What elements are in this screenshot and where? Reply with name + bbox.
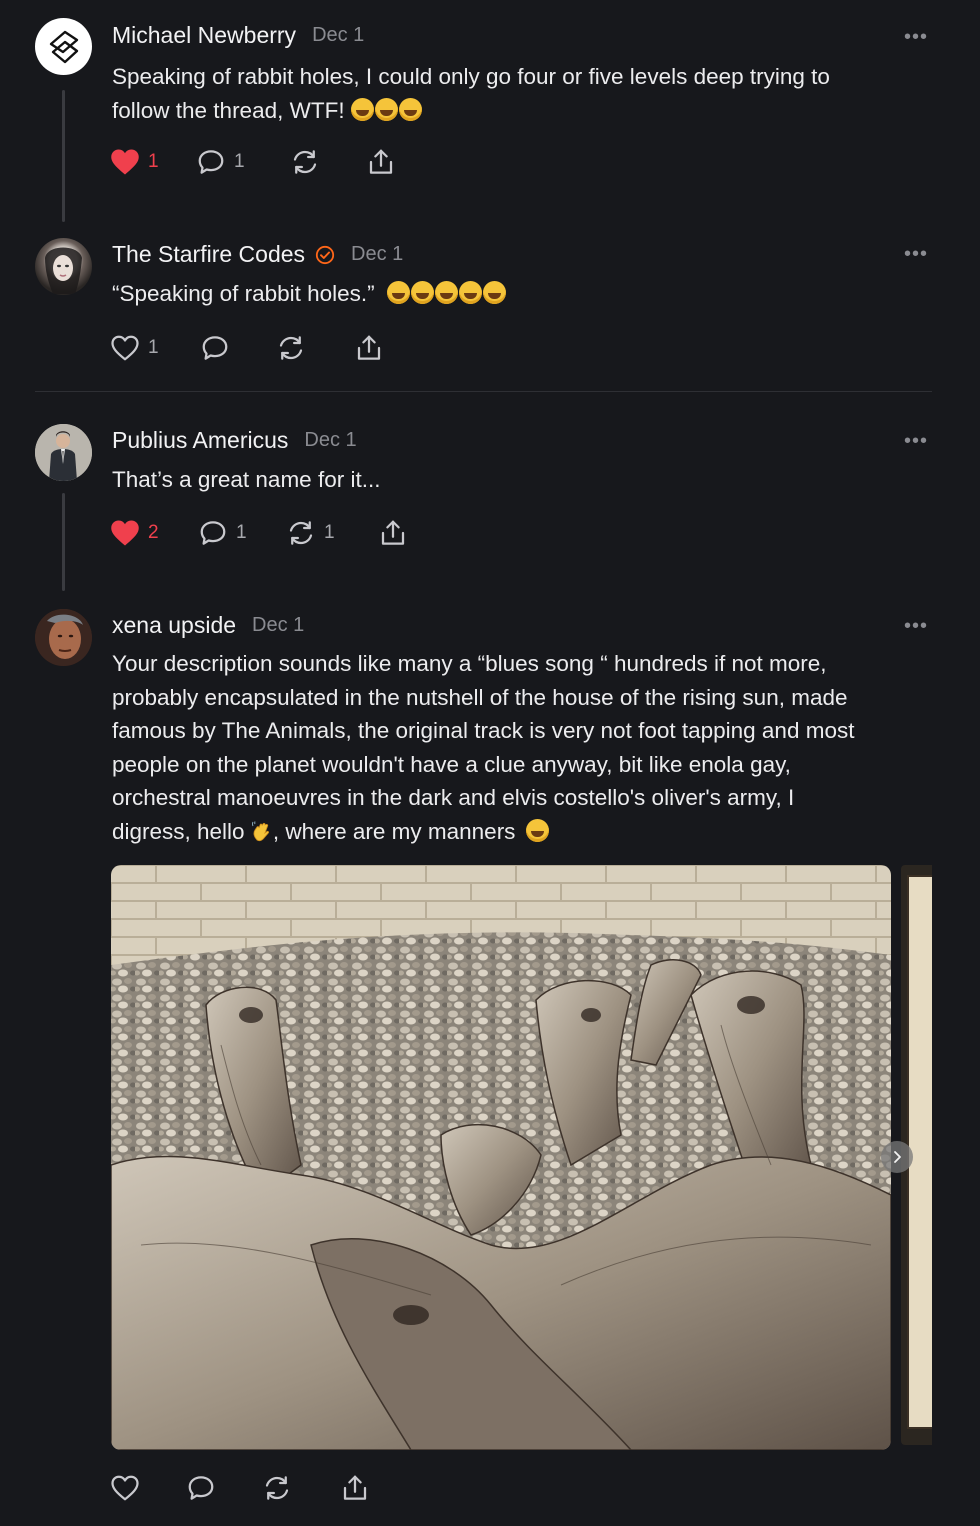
restack-button[interactable]: 1 [286, 519, 378, 547]
heart-outline-icon [111, 335, 139, 361]
post-date[interactable]: Dec 1 [304, 429, 356, 452]
post-date[interactable]: Dec 1 [312, 24, 364, 47]
share-button[interactable] [354, 334, 384, 362]
more-options-button[interactable]: ••• [904, 244, 928, 264]
post-date[interactable]: Dec 1 [351, 243, 403, 266]
like-button[interactable]: 1 [110, 334, 200, 362]
comment-text-line: probably encapsulated in the nutshell of… [112, 684, 848, 710]
comment-header: The Starfire Codes Dec 1 [112, 241, 403, 268]
driftwood-photo-image [111, 865, 891, 1450]
comment-text-line: Speaking of rabbit holes, I could only g… [112, 64, 830, 89]
comment-text-segment: follow the thread, WTF! [112, 97, 345, 123]
thread-line [62, 493, 65, 591]
comment-bubble-icon [200, 521, 226, 545]
comment-text-line: orchestral manoeuvres in the dark and el… [112, 785, 795, 810]
comment-button[interactable]: 1 [196, 148, 290, 176]
restack-icon [293, 150, 317, 174]
verified-badge-icon [315, 245, 335, 265]
comment-text: Your description sounds like many a “blu… [112, 647, 932, 848]
restack-icon [289, 521, 313, 545]
comment-text-line: people on the planet wouldn't have a clu… [112, 751, 791, 777]
comment-text: “Speaking of rabbit holes.” [112, 277, 932, 311]
avatar[interactable] [35, 424, 92, 481]
gallery-next-button[interactable] [881, 1141, 913, 1173]
share-button[interactable] [378, 519, 408, 547]
avatar-portrait-icon [45, 247, 82, 294]
thread-line [62, 90, 65, 222]
like-button[interactable]: 1 [110, 148, 196, 176]
comment-header: Michael Newberry Dec 1 [112, 22, 364, 49]
comment-text-line: follow the thread, WTF! [112, 94, 932, 128]
comment-button[interactable] [200, 334, 276, 362]
grinning-emoji-icon [525, 818, 549, 842]
restack-icon [265, 1476, 289, 1500]
comment-text: Speaking of rabbit holes, I could only g… [112, 60, 932, 127]
share-icon [369, 149, 393, 174]
author-name[interactable]: The Starfire Codes [112, 241, 305, 268]
chevron-right-icon [894, 1151, 901, 1163]
comment-button[interactable]: 1 [198, 519, 286, 547]
like-button[interactable]: 2 [110, 519, 198, 547]
comment-bubble-icon [198, 150, 224, 174]
comment-bubble-icon [188, 1476, 214, 1500]
laughing-emoji-icon [350, 97, 423, 123]
action-bar [110, 1474, 370, 1502]
attached-photo-driftwood[interactable] [111, 865, 891, 1450]
action-bar: 2 1 1 [110, 519, 408, 547]
comment-text-line: Your description sounds like many a “blu… [112, 651, 827, 676]
comment-text-segment: digress, hello [112, 818, 245, 844]
comment-text-segment: , where are my manners [272, 818, 516, 844]
comment-button[interactable] [186, 1474, 262, 1502]
author-name[interactable]: xena upside [112, 612, 236, 639]
comment-bubble-icon [202, 336, 228, 360]
avatar[interactable] [35, 238, 92, 295]
share-button[interactable] [366, 148, 396, 176]
waving-hand-emoji-icon [251, 818, 273, 841]
like-button[interactable] [110, 1474, 186, 1502]
comment-header: xena upside Dec 1 [112, 612, 304, 639]
share-button[interactable] [340, 1474, 370, 1502]
substack-logo-icon [49, 30, 79, 64]
like-count: 1 [148, 337, 159, 358]
share-icon [343, 1475, 367, 1500]
restack-button[interactable] [290, 148, 366, 176]
more-options-button[interactable]: ••• [904, 27, 928, 47]
comment-text: That’s a great name for it... [112, 467, 381, 492]
heart-filled-icon [111, 149, 139, 175]
comment-text-line: famous by The Animals, the original trac… [112, 718, 855, 743]
action-bar: 1 [110, 334, 384, 362]
restack-button[interactable] [276, 334, 354, 362]
avatar[interactable] [35, 609, 92, 666]
comment-text-segment: “Speaking of rabbit holes.” [112, 281, 375, 306]
author-name[interactable]: Michael Newberry [112, 22, 296, 49]
action-bar: 1 1 [110, 148, 396, 176]
comment-text-line: digress, hello , where are my manners [112, 815, 932, 849]
comment-count: 1 [236, 522, 247, 543]
restack-count: 1 [324, 522, 335, 543]
avatar-portrait-icon [35, 424, 92, 481]
heart-outline-icon [111, 1475, 139, 1501]
share-icon [381, 520, 405, 545]
more-options-button[interactable]: ••• [904, 616, 928, 636]
like-count: 2 [148, 522, 159, 543]
avatar-portrait-icon [35, 609, 92, 666]
like-count: 1 [148, 151, 159, 172]
share-icon [357, 335, 381, 360]
more-options-button[interactable]: ••• [904, 431, 928, 451]
author-name[interactable]: Publius Americus [112, 427, 288, 454]
rofl-emoji-icon [386, 281, 507, 306]
restack-icon [279, 336, 303, 360]
post-date[interactable]: Dec 1 [252, 614, 304, 637]
divider [35, 391, 932, 392]
comment-count: 1 [234, 151, 245, 172]
restack-button[interactable] [262, 1474, 340, 1502]
avatar[interactable] [35, 18, 92, 75]
heart-filled-icon [111, 520, 139, 546]
comment-header: Publius Americus Dec 1 [112, 427, 357, 454]
